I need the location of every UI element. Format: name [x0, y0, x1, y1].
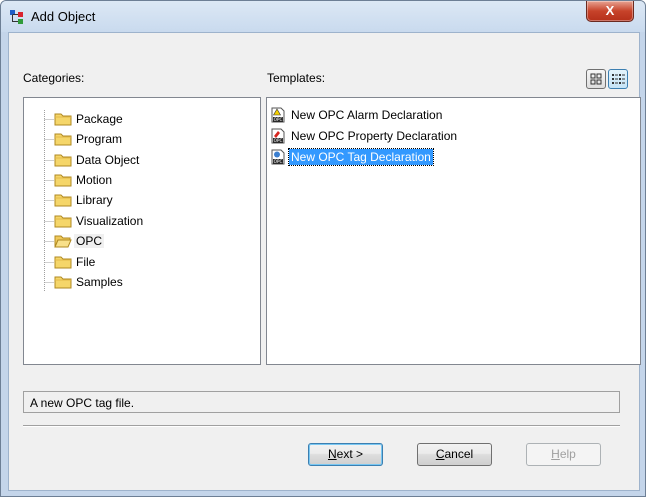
- svg-text:OPC: OPC: [274, 117, 283, 122]
- template-label: New OPC Property Declaration: [291, 129, 458, 143]
- opc-tag-icon: OPC: [271, 149, 285, 165]
- category-label: Samples: [76, 275, 123, 289]
- opc-property-icon: OPC: [271, 128, 285, 144]
- category-label: Motion: [76, 173, 113, 187]
- category-label: Program: [76, 132, 123, 146]
- list-view-icon: [612, 74, 625, 84]
- help-button[interactable]: Help: [526, 443, 601, 466]
- opc-alarm-icon: OPC: [271, 107, 285, 123]
- description-text: A new OPC tag file.: [30, 396, 135, 410]
- categories-tree[interactable]: Package Program Data Object Motion Libra…: [23, 97, 261, 365]
- dialog-body: Categories: Templates: Package Program D…: [8, 32, 641, 491]
- category-label: Data Object: [76, 153, 140, 167]
- separator: [23, 425, 620, 427]
- folder-icon: [54, 194, 72, 207]
- category-label: Visualization: [76, 214, 144, 228]
- description-box: A new OPC tag file.: [23, 391, 620, 413]
- templates-list[interactable]: OPC New OPC Alarm Declaration OPC New OP…: [266, 97, 641, 365]
- open-folder-icon: [54, 235, 72, 248]
- window-title: Add Object: [31, 9, 96, 24]
- svg-text:OPC: OPC: [274, 138, 283, 143]
- category-label: Library: [76, 193, 113, 207]
- category-label: OPC: [74, 234, 105, 248]
- large-icons-view-button[interactable]: [586, 69, 606, 89]
- categories-label: Categories:: [23, 71, 85, 85]
- category-label: Package: [76, 112, 123, 126]
- template-label: New OPC Alarm Declaration: [291, 108, 443, 122]
- template-label: New OPC Tag Declaration: [288, 148, 434, 166]
- folder-icon: [54, 215, 72, 228]
- category-label: File: [76, 255, 96, 269]
- templates-label: Templates:: [267, 71, 326, 85]
- title-bar[interactable]: Add Object X: [1, 1, 645, 32]
- large-icons-view-icon: [590, 73, 602, 85]
- svg-text:OPC: OPC: [274, 159, 283, 164]
- next-button[interactable]: Next >: [308, 443, 383, 466]
- folder-icon: [54, 113, 72, 126]
- folder-icon: [54, 276, 72, 289]
- folder-icon: [54, 154, 72, 167]
- folder-icon: [54, 133, 72, 146]
- list-view-button[interactable]: [608, 69, 628, 89]
- add-object-icon: [10, 10, 23, 24]
- folder-icon: [54, 256, 72, 269]
- close-button[interactable]: X: [586, 1, 634, 22]
- cancel-button[interactable]: Cancel: [417, 443, 492, 466]
- add-object-dialog: Add Object X Categories: Templates: Pack…: [0, 0, 646, 497]
- folder-icon: [54, 174, 72, 187]
